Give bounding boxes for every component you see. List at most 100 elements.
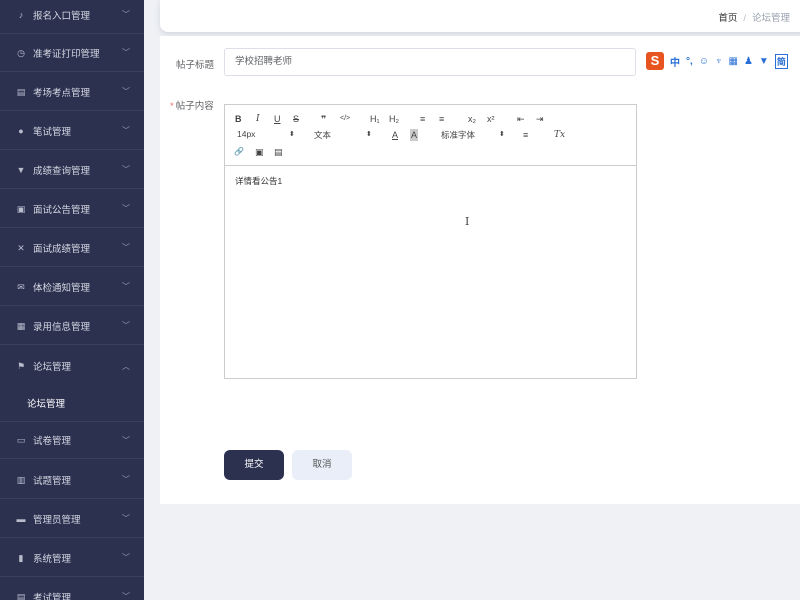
chevron-down-icon: ﹀: [122, 475, 130, 484]
chevron-down-icon: ﹀: [122, 243, 130, 252]
sidebar-item-medical-notice[interactable]: ✉ 体检通知管理 ﹀: [0, 268, 144, 306]
chevron-down-icon: ﹀: [122, 321, 130, 330]
video-icon[interactable]: ▤: [274, 146, 283, 158]
outdent-icon[interactable]: ⇤: [517, 113, 525, 125]
quote-icon[interactable]: ❞: [321, 113, 326, 125]
sidebar-item-interview-notice[interactable]: ▣ 面试公告管理 ﹀: [0, 190, 144, 228]
sidebar-item-questions[interactable]: ▥ 试题管理 ﹀: [0, 461, 144, 499]
sidebar-item-admins[interactable]: ▬ 管理员管理 ﹀: [0, 500, 144, 538]
flag-icon: ⚑: [16, 361, 26, 371]
sidebar-item-label: 考试管理: [33, 592, 72, 600]
chevron-up-icon: ︿: [122, 361, 130, 371]
heading1-icon[interactable]: H₁: [370, 113, 380, 125]
ime-voice-icon[interactable]: ♆: [715, 56, 723, 67]
submit-button[interactable]: 提交: [224, 450, 284, 480]
bars-icon: ▥: [16, 474, 26, 485]
ime-lang-icon[interactable]: 中: [670, 54, 680, 69]
font-size-select[interactable]: 14px ⬍: [237, 129, 297, 139]
form-panel: 帖子标题 学校招聘老师 S 中 °, ☺ ♆ ▦ ♟ ▼ 简 * 帖子内容 B I…: [160, 36, 800, 504]
sidebar-item-label: 管理员管理: [33, 514, 81, 526]
title-label: 帖子标题: [176, 60, 215, 71]
ime-keyboard-icon[interactable]: ▦: [729, 56, 738, 67]
sidebar-subitem-label: 论坛管理: [27, 399, 66, 410]
image-icon[interactable]: ▣: [255, 146, 264, 158]
sidebar-item-label: 笔试管理: [33, 126, 72, 138]
sidebar-item-hiring-info[interactable]: ▦ 录用信息管理 ﹀: [0, 307, 144, 345]
content-label: * 帖子内容: [170, 98, 214, 112]
ime-skin-icon[interactable]: ▼: [759, 56, 769, 67]
strike-icon[interactable]: S: [293, 113, 299, 125]
code-icon[interactable]: </>: [340, 113, 350, 125]
subscript-icon[interactable]: x₂: [468, 113, 476, 125]
sidebar-item-papers[interactable]: ▭ 试卷管理 ﹀: [0, 421, 144, 459]
clock-icon: ◷: [17, 47, 25, 58]
underline-icon[interactable]: U: [274, 113, 281, 125]
sogou-logo-icon[interactable]: S: [646, 52, 664, 70]
sidebar-item-interview-score[interactable]: ✕ 面试成绩管理 ﹀: [0, 229, 144, 267]
sidebar-item-label: 论坛管理: [33, 362, 72, 373]
sidebar-item-registration[interactable]: ♪ 报名入口管理 ﹀: [0, 0, 144, 34]
top-bar: 首页 / 论坛管理: [160, 0, 800, 32]
link-icon[interactable]: 🔗: [234, 146, 244, 158]
breadcrumb-home[interactable]: 首页: [718, 13, 737, 24]
bold-icon[interactable]: B: [235, 113, 242, 125]
sidebar-item-label: 面试公告管理: [33, 204, 91, 216]
chevron-down-icon: ﹀: [122, 282, 130, 291]
breadcrumb: 首页 / 论坛管理: [718, 10, 790, 24]
block-type-select[interactable]: 文本 ⬍: [314, 129, 374, 141]
sidebar-item-exam[interactable]: ▤ 考试管理 ﹀: [0, 578, 144, 600]
mic-icon: ♪: [18, 9, 24, 20]
ime-user-icon[interactable]: ♟: [744, 56, 753, 67]
sidebar-item-system[interactable]: ▮ 系统管理 ﹀: [0, 539, 144, 577]
main-area: 首页 / 论坛管理 帖子标题 学校招聘老师 S 中 °, ☺ ♆ ▦ ♟ ▼ 简 *…: [144, 0, 800, 600]
font-color-icon[interactable]: A: [392, 129, 398, 141]
chevron-down-icon: ﹀: [122, 514, 130, 523]
document-icon: ▤: [16, 86, 26, 97]
chevron-down-icon: ﹀: [122, 592, 130, 600]
ime-punct-icon[interactable]: °,: [686, 56, 693, 67]
cup-icon: ▼: [16, 164, 26, 175]
title-input[interactable]: 学校招聘老师: [224, 48, 636, 76]
chevron-down-icon: ﹀: [122, 204, 130, 213]
sidebar-item-label: 报名入口管理: [33, 10, 91, 22]
bullet-list-icon[interactable]: ≡: [439, 113, 444, 125]
chevron-down-icon: ﹀: [122, 165, 130, 174]
sidebar: ♪ 报名入口管理 ﹀ ◷ 准考证打印管理 ﹀ ▤ 考场考点管理 ﹀ ● 笔试管理…: [0, 0, 144, 600]
background-color-icon[interactable]: A: [410, 129, 419, 141]
font-family-select[interactable]: 标准字体 ⬍: [441, 129, 509, 141]
text-cursor-icon: I: [465, 215, 470, 228]
clear-format-icon[interactable]: Tx: [554, 129, 565, 141]
superscript-icon[interactable]: x²: [487, 113, 495, 125]
exam-icon: ▤: [16, 591, 26, 600]
cancel-button[interactable]: 取消: [292, 450, 352, 480]
ime-toolbar: S 中 °, ☺ ♆ ▦ ♟ ▼ 简: [646, 50, 788, 72]
ime-emoji-icon[interactable]: ☺: [699, 56, 709, 67]
chevron-down-icon: ﹀: [122, 10, 130, 19]
select-caret-icon: ⬍: [499, 131, 505, 138]
font-family-value: 标准字体: [441, 130, 476, 140]
indent-icon[interactable]: ⇥: [536, 113, 544, 125]
sidebar-item-written-test[interactable]: ● 笔试管理 ﹀: [0, 112, 144, 150]
heading2-icon[interactable]: H₂: [389, 113, 399, 125]
chart-icon: ▮: [18, 552, 24, 563]
breadcrumb-current: 论坛管理: [751, 13, 790, 24]
sidebar-item-exam-room[interactable]: ▤ 考场考点管理 ﹀: [0, 73, 144, 111]
sidebar-item-forum[interactable]: ⚑ 论坛管理 ︿: [0, 347, 144, 385]
printer-icon: ▬: [16, 513, 26, 524]
sidebar-item-label: 试题管理: [33, 475, 72, 487]
sidebar-item-admission-ticket[interactable]: ◷ 准考证打印管理 ﹀: [0, 34, 144, 72]
italic-icon[interactable]: I: [256, 113, 260, 125]
required-mark: *: [170, 101, 174, 112]
sidebar-item-label: 面试成绩管理: [33, 243, 91, 255]
chevron-down-icon: ﹀: [122, 435, 130, 445]
ordered-list-icon[interactable]: ≡: [420, 113, 425, 125]
editor-content[interactable]: 详情看公告1: [235, 175, 282, 187]
ime-simplified-icon[interactable]: 简: [774, 53, 788, 69]
sidebar-subitem-forum[interactable]: 论坛管理: [0, 386, 144, 420]
sidebar-item-score-query[interactable]: ▼ 成绩查询管理 ﹀: [0, 151, 144, 189]
rich-text-editor: B I U S ❞ </> H₁ H₂ ≡ ≡ x₂ x² ⇤ ⇥ 14px ⬍: [224, 104, 637, 379]
sidebar-item-label: 体检通知管理: [33, 282, 91, 294]
font-size-value: 14px: [237, 129, 256, 139]
align-icon[interactable]: ≡: [523, 129, 528, 141]
editor-toolbar: B I U S ❞ </> H₁ H₂ ≡ ≡ x₂ x² ⇤ ⇥ 14px ⬍: [225, 105, 636, 166]
